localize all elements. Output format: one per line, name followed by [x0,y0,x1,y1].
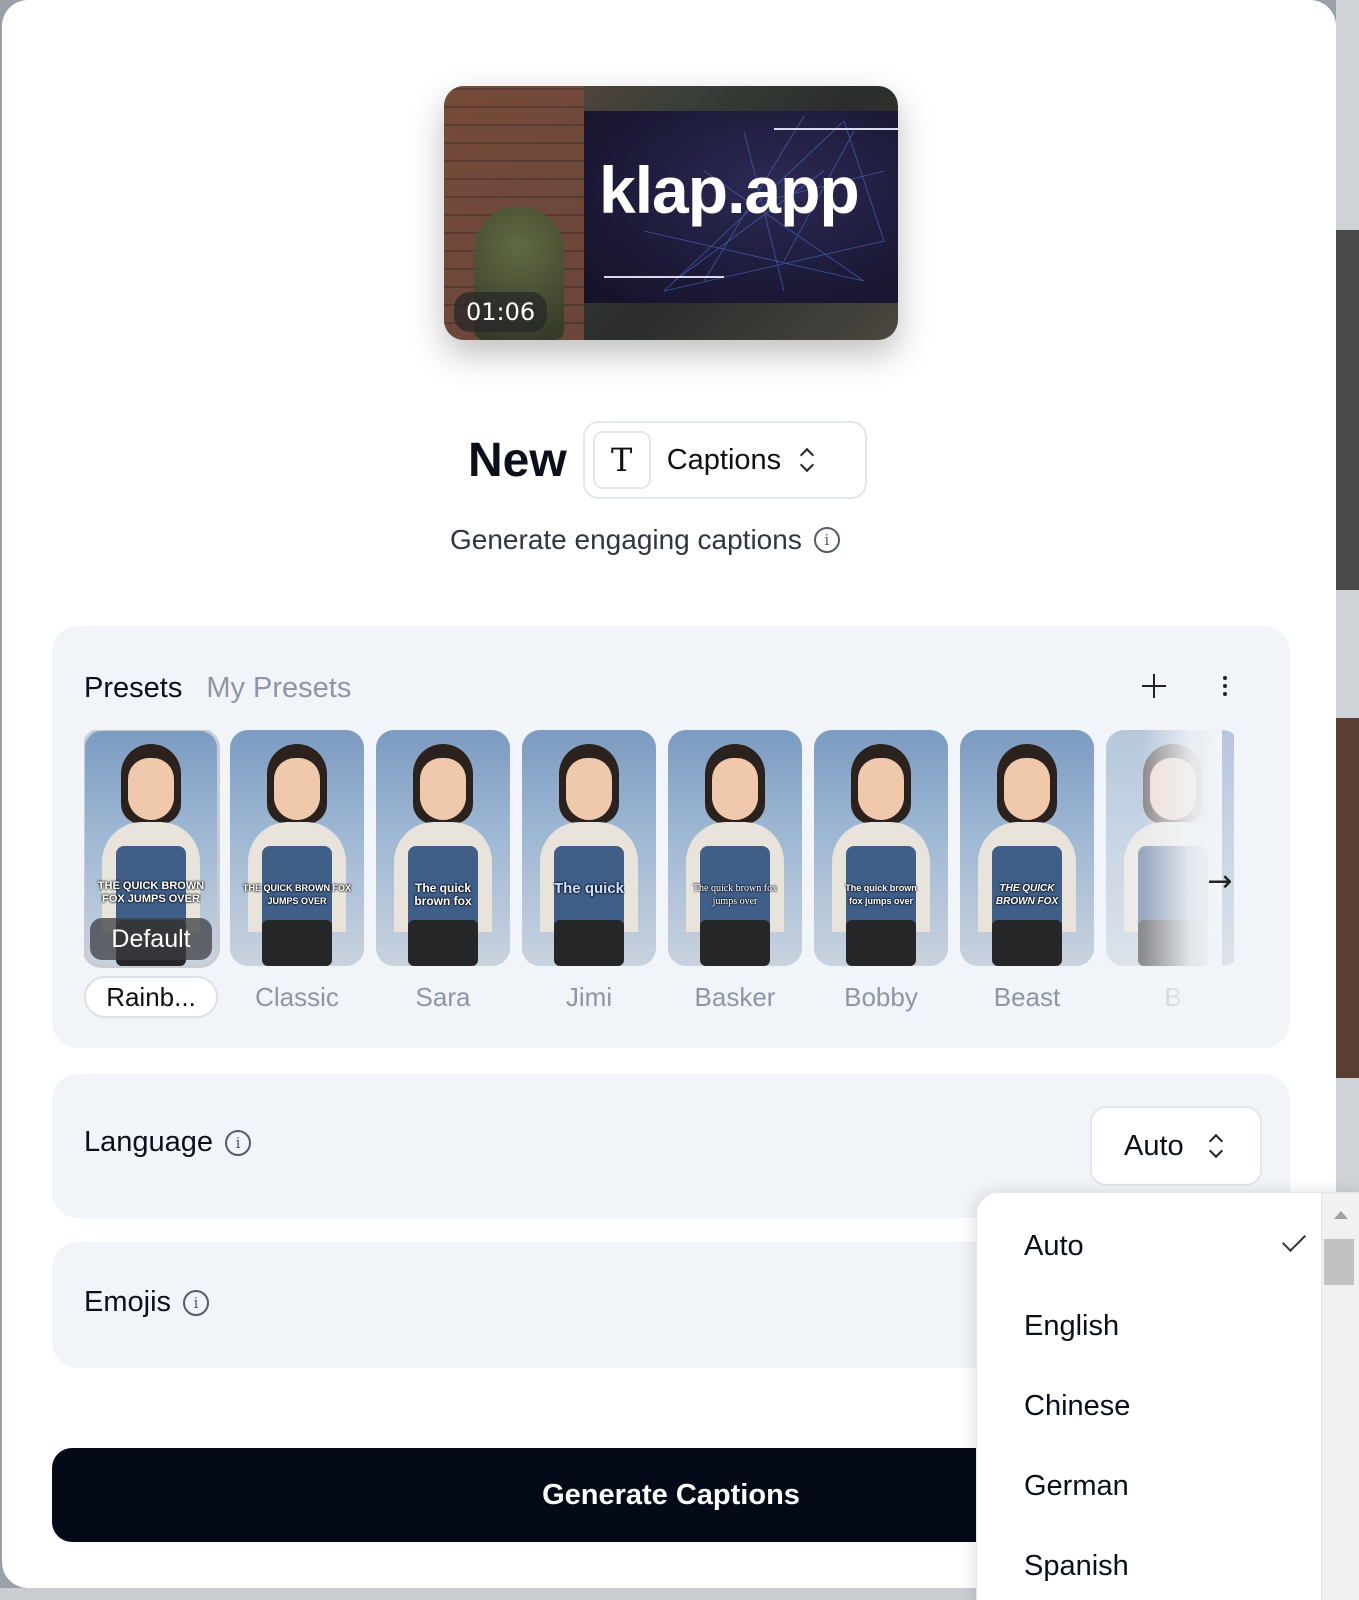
option-label: Auto [1024,1229,1084,1262]
preset-card[interactable]: The quick brown fox Sara [376,730,510,1018]
type-select-label: Captions [666,443,782,476]
preset-thumbnail: THE QUICK BROWN FOX JUMPS OVER [230,730,364,966]
info-icon[interactable]: i [813,527,840,553]
preset-card[interactable]: THE QUICK BROWN FOX Beast [960,730,1094,1018]
background-thumbnail [1336,230,1359,590]
subtitle-text: Generate engaging captions [450,524,802,555]
language-options-list: Auto English Chinese German Spanish [977,1193,1321,1600]
preset-caption-sample: THE QUICK BROWN FOX JUMPS OVER [97,880,205,905]
preset-name: Sara [415,981,471,1012]
preset-name: Beast [993,981,1061,1012]
preset-carousel: THE QUICK BROWN FOX JUMPS OVER Default R… [84,730,1234,1030]
check-icon [1281,1227,1307,1253]
preset-card[interactable]: The quick brown fox jumps over Bobby [814,730,948,1018]
scroll-up-icon[interactable] [1334,1211,1348,1219]
option-label: English [1024,1309,1120,1342]
chevron-up-down-icon [799,447,813,473]
language-select[interactable]: Auto [1090,1106,1262,1186]
info-icon[interactable]: i [183,1289,210,1316]
subtitle: Generate engaging captions i [450,524,840,556]
preset-card[interactable]: THE QUICK BROWN FOX JUMPS OVER Classic [230,730,364,1018]
language-label: Language [84,1126,214,1158]
language-option-chinese[interactable]: Chinese [977,1366,1321,1446]
emojis-label: Emojis [84,1286,172,1318]
language-row: Language i [84,1126,252,1159]
preset-name: Basker [694,981,776,1012]
language-dropdown: Auto English Chinese German Spanish [976,1192,1359,1600]
tab-my-presets[interactable]: My Presets [206,672,351,705]
option-label: Spanish [1024,1549,1129,1582]
thumbnail-brand-text: klap.app [599,153,860,227]
video-duration-badge: 01:06 [454,292,548,332]
preset-card[interactable]: THE QUICK BROWN FOX JUMPS OVER Default R… [84,730,220,1018]
option-label: Chinese [1024,1389,1131,1422]
info-icon[interactable]: i [225,1129,252,1156]
preset-name: Bobby [844,981,918,1012]
preset-caption-sample: The quick brown fox [414,881,472,908]
arrow-right-icon[interactable]: → [1200,862,1240,902]
preset-caption-sample: THE QUICK BROWN FOX JUMPS OVER [243,883,351,906]
video-thumbnail[interactable]: klap.app 01:06 [444,86,898,340]
preset-thumbnail: The quick brown fox jumps over [814,730,948,966]
language-option-english[interactable]: English [977,1286,1321,1366]
preset-caption-sample: THE QUICK BROWN FOX [995,883,1059,907]
text-type-icon: T [592,431,651,489]
type-select[interactable]: T Captions [582,421,867,499]
more-options-icon[interactable] [1210,666,1240,706]
presets-panel: Presets My Presets THE QUICK BROWN FOX J… [52,626,1290,1048]
chevron-up-down-icon [1208,1133,1222,1159]
preset-caption-sample: The quick [553,880,624,897]
preset-thumbnail: THE QUICK BROWN FOX JUMPS OVER Default [84,730,220,968]
preset-tabs: Presets My Presets [84,672,351,705]
preset-name: Jimi [565,981,613,1012]
tab-presets[interactable]: Presets [84,672,182,705]
dropdown-scrollbar[interactable] [1321,1193,1359,1600]
default-badge: Default [90,918,212,960]
preset-thumbnail: THE QUICK BROWN FOX [960,730,1094,966]
language-select-value: Auto [1124,1129,1184,1162]
title-row: New T Captions [468,420,867,500]
preset-caption-sample: The quick brown fox jumps over [692,883,778,907]
background-thumbnail [1336,718,1359,1078]
add-preset-button[interactable] [1134,666,1174,706]
page-title: New [468,433,567,487]
preset-name: Classic [255,981,339,1012]
preset-card[interactable]: The quick brown fox jumps over Basker [668,730,802,1018]
language-option-german[interactable]: German [977,1446,1321,1526]
option-label: German [1024,1469,1129,1502]
preset-thumbnail: The quick [522,730,656,966]
language-option-spanish[interactable]: Spanish [977,1526,1321,1600]
preset-thumbnail: The quick brown fox [376,730,510,966]
scrollbar-thumb[interactable] [1324,1239,1354,1285]
preset-name: Rainb... [84,976,218,1018]
emojis-row: Emojis i [84,1286,210,1319]
preset-thumbnail: The quick brown fox jumps over [668,730,802,966]
preset-card[interactable]: The quick Jimi [522,730,656,1018]
language-option-auto[interactable]: Auto [977,1206,1321,1286]
preset-caption-sample: The quick brown fox jumps over [845,883,917,906]
